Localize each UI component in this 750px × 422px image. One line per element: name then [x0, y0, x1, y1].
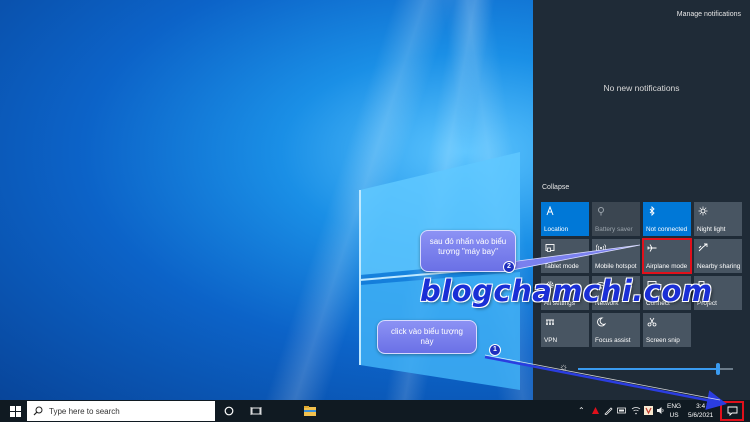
screen-snip-icon [647, 317, 657, 327]
callout-action-center-instruction: click vào biểu tượng này [377, 320, 477, 354]
brightness-track[interactable] [578, 363, 733, 375]
brightness-thumb[interactable] [715, 363, 720, 375]
pen-icon[interactable] [604, 406, 613, 418]
show-hidden-icons-chevron-icon[interactable]: ⌃ [578, 406, 585, 416]
quick-action-mobile-hotspot[interactable]: Mobile hotspot [592, 239, 640, 273]
focus-assist-icon [596, 317, 607, 327]
tile-label: Nearby sharing [697, 263, 741, 270]
notification-icon [727, 406, 737, 416]
file-explorer-icon[interactable] [303, 404, 317, 418]
tile-label: Tablet mode [544, 263, 579, 270]
app-tray-icon[interactable] [644, 406, 653, 418]
tile-label: Battery saver [595, 226, 633, 233]
tile-label: Mobile hotspot [595, 263, 637, 270]
cortana-icon[interactable] [224, 404, 234, 418]
tile-label: Location [544, 226, 569, 233]
windows-start-icon [9, 405, 21, 417]
airplane-icon [647, 243, 657, 253]
tile-label: Night light [697, 226, 726, 233]
callout-2-text: sau đó nhấn vào biểu tượng "máy bay" [429, 237, 507, 256]
search-placeholder: Type here to search [49, 406, 120, 416]
no-notifications-text: No new notifications [603, 83, 680, 93]
antivirus-icon[interactable] [591, 406, 600, 418]
brightness-fill [578, 368, 718, 370]
tile-label: VPN [544, 337, 558, 344]
quick-action-nearby-sharing[interactable]: Nearby sharing [694, 239, 742, 273]
tile-label: Airplane mode [646, 263, 688, 270]
battery-saver-icon [596, 206, 606, 216]
language-region: US [669, 412, 679, 419]
quick-action-airplane-mode[interactable]: Airplane mode [642, 238, 692, 274]
night-light-icon [698, 206, 708, 216]
quick-action-tablet-mode[interactable]: Tablet mode [541, 239, 589, 273]
manage-notifications-link[interactable]: Manage notifications [677, 11, 741, 18]
location-icon [545, 205, 555, 216]
quick-action-vpn[interactable]: VPN [541, 313, 589, 347]
tablet-mode-icon [545, 243, 555, 253]
volume-icon[interactable] [656, 406, 665, 418]
quick-action-battery-saver[interactable]: Battery saver [592, 202, 640, 236]
quick-action-bluetooth[interactable]: Not connected [643, 202, 691, 236]
input-language-indicator[interactable]: ENG US [667, 402, 681, 420]
mobile-hotspot-icon [595, 243, 607, 253]
quick-action-location[interactable]: Location [541, 202, 589, 236]
clock[interactable]: 3:4 5/6/2021 [688, 402, 713, 420]
watermark-text: blogchamchi.com [420, 274, 713, 308]
brightness-icon: ☼ [559, 362, 569, 373]
tile-label: Focus assist [595, 337, 631, 344]
bluetooth-icon [647, 205, 657, 217]
wifi-icon[interactable] [631, 406, 641, 418]
search-icon [33, 406, 43, 416]
quick-action-screen-snip[interactable]: Screen snip [643, 313, 691, 347]
tile-label: Screen snip [646, 337, 680, 344]
taskbar: Type here to search ⌃ ENG US 3:4 5/6/202… [0, 400, 750, 422]
callout-airplane-instruction: sau đó nhấn vào biểu tượng "máy bay" [420, 230, 516, 272]
start-button[interactable] [0, 400, 30, 422]
tile-label: Not connected [646, 226, 688, 233]
callout-1-number: 1 [489, 344, 501, 356]
task-view-icon[interactable] [250, 404, 262, 418]
clock-date: 5/6/2021 [688, 412, 714, 419]
brightness-slider[interactable]: ☼ [559, 362, 745, 376]
battery-icon[interactable] [617, 406, 627, 418]
collapse-link[interactable]: Collapse [542, 184, 569, 191]
nearby-sharing-icon [698, 243, 708, 253]
taskbar-search-box[interactable]: Type here to search [27, 401, 215, 421]
quick-action-night-light[interactable]: Night light [694, 202, 742, 236]
quick-action-focus-assist[interactable]: Focus assist [592, 313, 640, 347]
callout-1-text: click vào biểu tượng này [391, 327, 463, 346]
vpn-icon [545, 317, 555, 327]
callout-2-number: 2 [503, 261, 515, 273]
action-center-button[interactable] [720, 401, 744, 421]
action-center-panel: Manage notifications No new notification… [533, 0, 750, 400]
clock-time: 3:4 [696, 403, 706, 410]
language-code: ENG [667, 403, 682, 410]
